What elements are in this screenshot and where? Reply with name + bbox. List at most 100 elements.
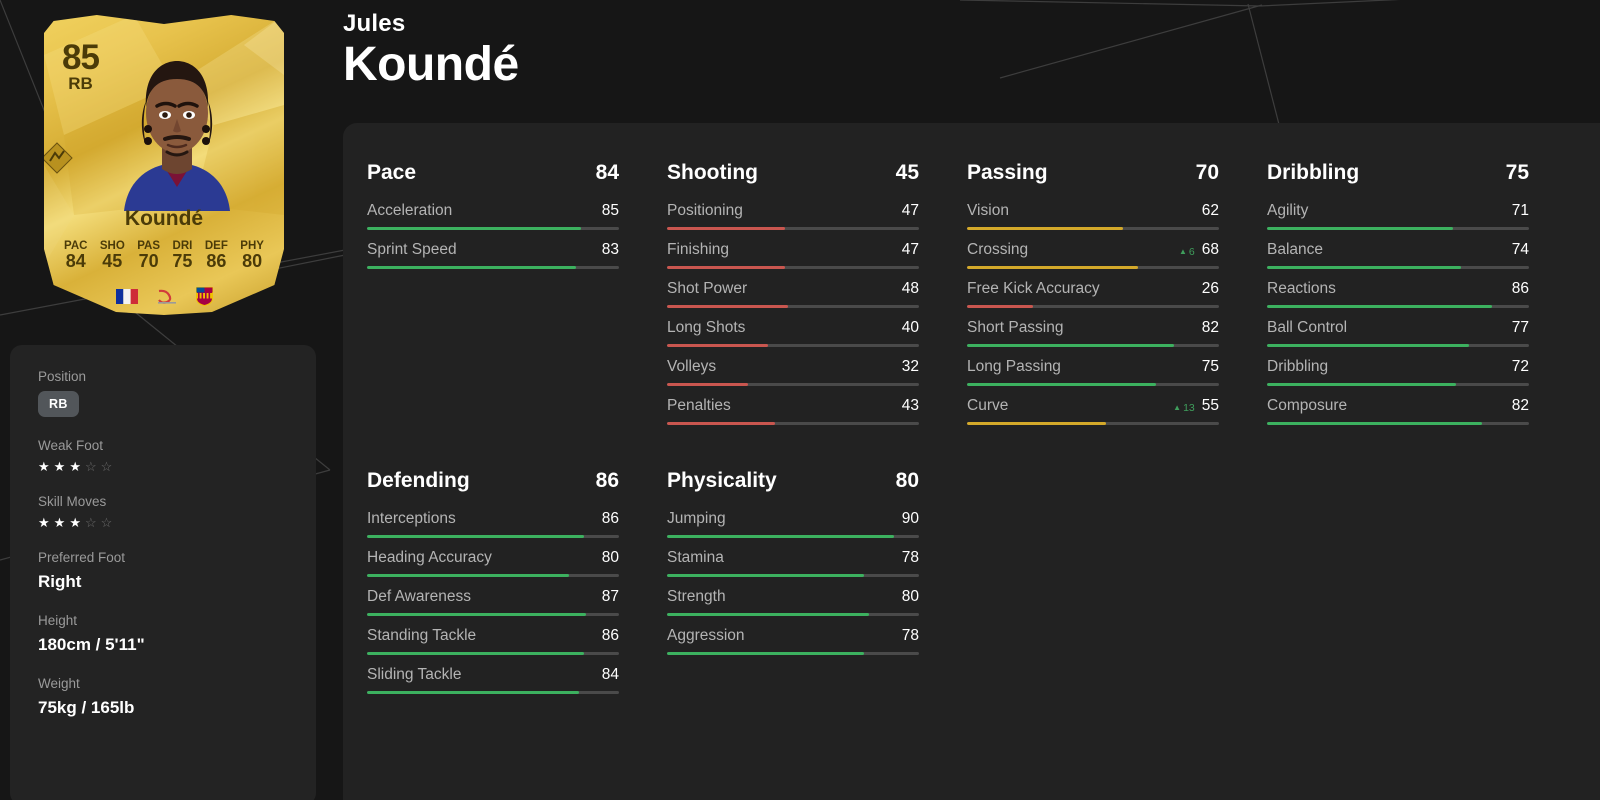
attribute-row: Volleys 32 xyxy=(667,347,919,386)
info-preferred-foot-value: Right xyxy=(38,572,82,591)
weak-foot-star-rating: ★ ★ ★ ☆ ☆ xyxy=(38,460,288,473)
attribute-row: Aggression 78 xyxy=(667,616,919,655)
card-badge-row xyxy=(44,287,284,306)
attribute-value: 86 xyxy=(601,627,619,644)
attribute-line: Strength 80 xyxy=(667,588,919,606)
card-stat-pac: PAC 84 xyxy=(64,240,87,271)
category-header: Passing 70 xyxy=(967,161,1219,185)
attribute-name: Ball Control xyxy=(1267,319,1348,336)
attribute-row: Positioning 47 xyxy=(667,191,919,230)
attribute-name: Vision xyxy=(967,202,1009,219)
attribute-bar-track xyxy=(367,613,619,616)
attribute-value-group: 47 xyxy=(902,202,919,220)
category-header: Defending 86 xyxy=(367,469,619,493)
attribute-value-group: 86 xyxy=(1512,280,1529,298)
attribute-value-group: ▲ 6 68 xyxy=(1179,241,1219,259)
attribute-name: Aggression xyxy=(667,627,745,644)
attribute-name: Sliding Tackle xyxy=(367,666,462,683)
attribute-row: Reactions 86 xyxy=(1267,269,1529,308)
attribute-category-defending: Defending 86 Interceptions 86 Heading Accura… xyxy=(343,453,643,694)
attribute-bar-fill xyxy=(967,227,1124,230)
card-overall-rating: 85 xyxy=(62,38,100,77)
attribute-row: Stamina 78 xyxy=(667,538,919,577)
attribute-bar-track xyxy=(1267,422,1529,425)
info-skill-moves-label: Skill Moves xyxy=(38,494,107,509)
attribute-value: 87 xyxy=(601,588,619,605)
attribute-bar-track xyxy=(367,266,619,269)
attribute-name: Def Awareness xyxy=(367,588,471,605)
attribute-name: Curve xyxy=(967,397,1009,414)
attribute-value: 32 xyxy=(901,358,919,375)
attribute-line: Vision 62 xyxy=(967,202,1219,220)
attribute-bar-fill xyxy=(367,227,582,230)
attributes-row-2: Defending 86 Interceptions 86 Heading Accura… xyxy=(343,453,1600,694)
arrow-up-icon: ▲ xyxy=(1178,247,1187,256)
category-total-value: 86 xyxy=(595,469,619,492)
attribute-value-group: 43 xyxy=(902,397,919,415)
info-skill-moves-block: Skill Moves ★ ★ ★ ☆ ☆ xyxy=(38,494,288,529)
attribute-value: 47 xyxy=(901,241,919,258)
info-position-badge[interactable]: RB xyxy=(38,391,79,417)
attribute-row: Shot Power 48 xyxy=(667,269,919,308)
card-stat-value: 84 xyxy=(65,251,86,272)
attribute-bar-track xyxy=(967,227,1219,230)
attribute-modifier-value: 13 xyxy=(1183,402,1195,414)
attribute-value-group: 77 xyxy=(1512,319,1529,337)
attribute-name: Jumping xyxy=(667,510,726,527)
attribute-bar-fill xyxy=(667,422,776,425)
attribute-value: 26 xyxy=(1201,280,1219,297)
attribute-modifier-value: 6 xyxy=(1188,246,1195,258)
attribute-name: Positioning xyxy=(667,202,743,219)
attribute-bar-fill xyxy=(367,613,587,616)
category-total-value: 70 xyxy=(1195,161,1219,184)
attribute-line: Acceleration 85 xyxy=(367,202,619,220)
star-icon: ★ xyxy=(69,515,81,530)
attribute-name: Volleys xyxy=(667,358,717,375)
attribute-line: Crossing ▲ 6 68 xyxy=(967,241,1219,259)
attribute-name: Balance xyxy=(1267,241,1324,258)
attribute-bar-fill xyxy=(967,344,1174,347)
attribute-bar-fill xyxy=(367,574,569,577)
attribute-bar-track xyxy=(367,574,619,577)
attribute-line: Ball Control 77 xyxy=(1267,319,1529,337)
card-stat-value: 80 xyxy=(242,251,263,272)
player-card[interactable]: 85 RB Koundé PAC 84 SHO 45 PAS 70 DRI 75… xyxy=(44,15,284,315)
attribute-value-group: ▲ 13 55 xyxy=(1173,397,1219,415)
attribute-line: Finishing 47 xyxy=(667,241,919,259)
attribute-value: 77 xyxy=(1511,319,1529,336)
attribute-row: Free Kick Accuracy 26 xyxy=(967,269,1219,308)
attribute-row: Strength 80 xyxy=(667,577,919,616)
attribute-value-group: 26 xyxy=(1202,280,1219,298)
attribute-category-physicality: Physicality 80 Jumping 90 Stamina 78 Strength 8… xyxy=(643,453,943,694)
attribute-name: Free Kick Accuracy xyxy=(967,280,1100,297)
attribute-row: Heading Accuracy 80 xyxy=(367,538,619,577)
attribute-value-group: 48 xyxy=(902,280,919,298)
attribute-value-group: 40 xyxy=(902,319,919,337)
card-stat-dri: DRI 75 xyxy=(172,240,192,271)
info-weak-foot-label: Weak Foot xyxy=(38,438,104,453)
attribute-bar-track xyxy=(1267,344,1529,347)
club-barcelona-crest-icon xyxy=(195,287,213,306)
attribute-bar-fill xyxy=(967,422,1106,425)
attribute-value: 82 xyxy=(1201,319,1219,336)
attribute-bar-track xyxy=(667,305,919,308)
attribute-bar-track xyxy=(667,574,919,577)
attribute-line: Dribbling 72 xyxy=(1267,358,1529,376)
attribute-value-group: 74 xyxy=(1512,241,1529,259)
attribute-category-shooting: Shooting 45 Positioning 47 Finishing 47 Shot P… xyxy=(643,145,943,425)
attribute-row: Curve ▲ 13 55 xyxy=(967,386,1219,425)
attribute-name: Long Passing xyxy=(967,358,1061,375)
card-stat-value: 86 xyxy=(206,251,227,272)
attribute-bar-track xyxy=(367,691,619,694)
attribute-bar-track xyxy=(967,383,1219,386)
attribute-bar-fill xyxy=(367,652,584,655)
info-height-label: Height xyxy=(38,613,78,628)
attribute-line: Standing Tackle 86 xyxy=(367,627,619,645)
attribute-modifier-badge: ▲ 13 xyxy=(1173,402,1195,414)
attribute-line: Free Kick Accuracy 26 xyxy=(967,280,1219,298)
attribute-row: Standing Tackle 86 xyxy=(367,616,619,655)
attribute-bar-fill xyxy=(667,652,864,655)
attribute-row: Finishing 47 xyxy=(667,230,919,269)
info-weight-value: 75kg / 165lb xyxy=(38,698,135,717)
info-weight-block: Weight 75kg / 165lb xyxy=(38,676,288,718)
